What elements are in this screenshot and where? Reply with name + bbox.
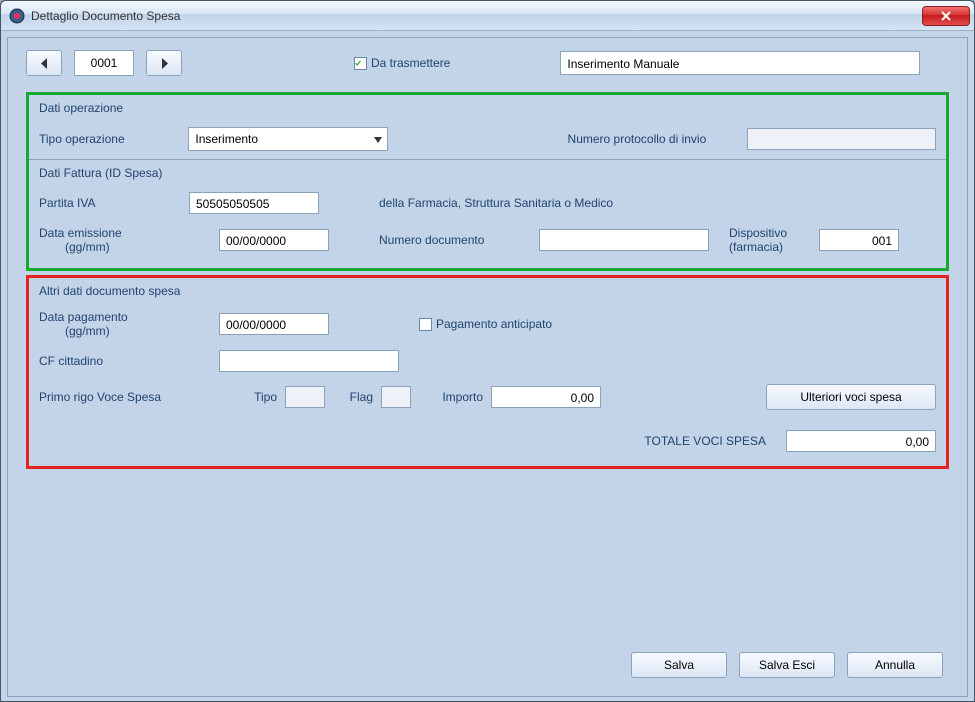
numero-protocollo-field[interactable] [747, 128, 936, 150]
totale-field: 0,00 [786, 430, 936, 452]
tipo-operazione-label: Tipo operazione [39, 132, 188, 146]
numero-protocollo-label: Numero protocollo di invio [568, 132, 747, 146]
dati-fattura-title: Dati Fattura (ID Spesa) [39, 166, 936, 180]
numero-documento-field[interactable] [539, 229, 709, 251]
app-window: Dettaglio Documento Spesa 0001 [0, 0, 975, 702]
sequence-field[interactable]: 0001 [74, 50, 134, 76]
flag-field[interactable] [381, 386, 411, 408]
prev-button[interactable] [26, 50, 62, 76]
titlebar: Dettaglio Documento Spesa [1, 1, 974, 31]
top-row: 0001 Da trasmettere Inserimento Manuale [26, 50, 949, 76]
data-emissione-label: Data emissione (gg/mm) [39, 226, 189, 254]
client-area: 0001 Da trasmettere Inserimento Manuale … [1, 31, 974, 702]
cf-cittadino-label: CF cittadino [39, 354, 189, 368]
ulteriori-voci-button[interactable]: Ulteriori voci spesa [766, 384, 936, 410]
transmit-checkbox[interactable] [354, 57, 367, 70]
importo-label: Importo [411, 390, 491, 404]
primo-rigo-label: Primo rigo Voce Spesa [39, 390, 209, 404]
red-section: Altri dati documento spesa Data pagament… [26, 275, 949, 469]
tipo-operazione-select[interactable]: Inserimento [188, 127, 387, 151]
chevron-down-icon [374, 132, 382, 146]
window-title: Dettaglio Documento Spesa [31, 9, 180, 23]
importo-field[interactable]: 0,00 [491, 386, 601, 408]
inner-panel: 0001 Da trasmettere Inserimento Manuale … [7, 37, 968, 697]
altri-dati-title: Altri dati documento spesa [39, 284, 936, 298]
dispositivo-field[interactable]: 001 [819, 229, 899, 251]
cf-cittadino-field[interactable] [219, 350, 399, 372]
pagamento-anticipato-label: Pagamento anticipato [436, 317, 552, 331]
transmit-label: Da trasmettere [371, 56, 450, 70]
salva-button[interactable]: Salva [631, 652, 727, 678]
pagamento-anticipato-checkbox[interactable] [419, 318, 432, 331]
footer-buttons: Salva Salva Esci Annulla [631, 652, 943, 678]
next-button[interactable] [146, 50, 182, 76]
mode-field[interactable]: Inserimento Manuale [560, 51, 920, 75]
dati-operazione-title: Dati operazione [39, 101, 936, 115]
close-button[interactable] [922, 6, 970, 26]
tipo-field[interactable] [285, 386, 325, 408]
pagamento-anticipato-wrap[interactable]: Pagamento anticipato [419, 317, 552, 331]
tipo-operazione-value: Inserimento [195, 132, 258, 146]
salva-esci-button[interactable]: Salva Esci [739, 652, 835, 678]
tipo-label: Tipo [209, 390, 285, 404]
totale-label: TOTALE VOCI SPESA [566, 434, 766, 448]
annulla-button[interactable]: Annulla [847, 652, 943, 678]
data-pagamento-label: Data pagamento (gg/mm) [39, 310, 189, 338]
green-section: Dati operazione Tipo operazione Inserime… [26, 92, 949, 271]
app-icon [9, 8, 25, 24]
dispositivo-label: Dispositivo (farmacia) [729, 226, 819, 254]
partita-iva-hint: della Farmacia, Struttura Sanitaria o Me… [379, 196, 613, 210]
data-emissione-field[interactable]: 00/00/0000 [219, 229, 329, 251]
partita-iva-label: Partita IVA [39, 196, 189, 210]
numero-documento-label: Numero documento [379, 233, 539, 247]
transmit-checkbox-wrap[interactable]: Da trasmettere [354, 56, 450, 70]
flag-label: Flag [325, 390, 381, 404]
partita-iva-field[interactable]: 50505050505 [189, 192, 319, 214]
data-pagamento-field[interactable]: 00/00/0000 [219, 313, 329, 335]
